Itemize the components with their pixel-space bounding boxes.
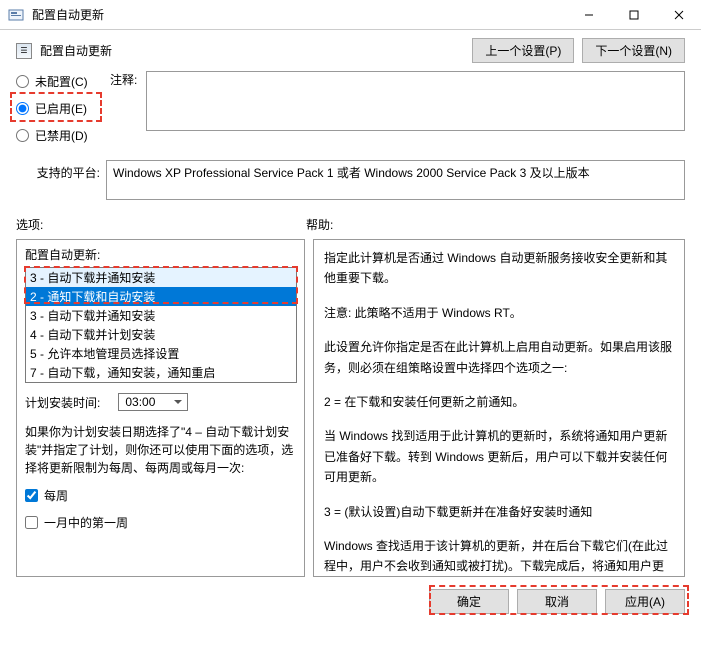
- update-combo-option[interactable]: 3 - 自动下载并通知安装: [26, 306, 296, 325]
- maximize-button[interactable]: [611, 0, 656, 30]
- radio-disabled-input[interactable]: [16, 129, 29, 142]
- update-combo-option[interactable]: 7 - 自动下载，通知安装，通知重启: [26, 363, 296, 382]
- policy-icon: ☰: [16, 43, 32, 59]
- window-controls: [566, 0, 701, 30]
- comment-label: 注释:: [106, 71, 146, 131]
- footer: 确定 取消 应用(A): [0, 577, 701, 626]
- help-paragraph: 此设置允许你指定是否在此计算机上启用自动更新。如果启用该服务，则必须在组策略设置…: [324, 337, 674, 378]
- next-setting-button[interactable]: 下一个设置(N): [582, 38, 685, 63]
- cancel-button[interactable]: 取消: [517, 589, 597, 614]
- platform-label: 支持的平台:: [16, 160, 106, 181]
- update-combo-option[interactable]: 5 - 允许本地管理员选择设置: [26, 344, 296, 363]
- radio-disabled-label: 已禁用(D): [35, 127, 88, 144]
- update-combo-option[interactable]: 4 - 自动下载并计划安装: [26, 325, 296, 344]
- ok-button[interactable]: 确定: [429, 589, 509, 614]
- window-title: 配置自动更新: [32, 6, 566, 23]
- help-pane[interactable]: 指定此计算机是否通过 Windows 自动更新服务接收安全更新和其他重要下载。注…: [313, 239, 685, 577]
- help-paragraph: 注意: 此策略不适用于 Windows RT。: [324, 303, 674, 323]
- help-paragraph: Windows 查找适用于该计算机的更新，并在后台下载它们(在此过程中，用户不会…: [324, 536, 674, 577]
- schedule-info-text: 如果你为计划安装日期选择了"4 – 自动下载计划安装"并指定了计划，则你还可以使…: [25, 423, 297, 477]
- state-radios: 未配置(C) 已启用(E) 已禁用(D): [16, 71, 106, 154]
- checkbox-weekly[interactable]: 每周: [25, 487, 304, 504]
- help-paragraph: 2 = 在下载和安装任何更新之前通知。: [324, 392, 674, 412]
- options-pane: 配置自动更新: 3 - 自动下载并通知安装2 - 通知下载和自动安装3 - 自动…: [16, 239, 305, 577]
- platform-text: Windows XP Professional Service Pack 1 或…: [106, 160, 685, 200]
- help-paragraph: 指定此计算机是否通过 Windows 自动更新服务接收安全更新和其他重要下载。: [324, 248, 674, 289]
- close-button[interactable]: [656, 0, 701, 30]
- help-paragraph: 3 = (默认设置)自动下载更新并在准备好安装时通知: [324, 502, 674, 522]
- checkbox-first-week-input[interactable]: [25, 516, 38, 529]
- titlebar: 配置自动更新: [0, 0, 701, 30]
- update-combo-label: 配置自动更新:: [25, 246, 304, 263]
- radio-disabled[interactable]: 已禁用(D): [16, 127, 106, 144]
- checkbox-first-week[interactable]: 一月中的第一周: [25, 514, 304, 531]
- update-combo-option[interactable]: 2 - 通知下载和自动安装: [26, 287, 296, 306]
- schedule-time-label: 计划安装时间:: [25, 394, 100, 411]
- apply-button[interactable]: 应用(A): [605, 589, 685, 614]
- minimize-button[interactable]: [566, 0, 611, 30]
- page-title: 配置自动更新: [40, 42, 472, 59]
- update-combo[interactable]: 3 - 自动下载并通知安装2 - 通知下载和自动安装3 - 自动下载并通知安装4…: [25, 267, 297, 383]
- radio-enabled-label: 已启用(E): [35, 100, 87, 117]
- checkbox-weekly-label: 每周: [44, 487, 68, 504]
- radio-not-configured[interactable]: 未配置(C): [16, 73, 106, 90]
- checkbox-weekly-input[interactable]: [25, 489, 38, 502]
- radio-not-configured-label: 未配置(C): [35, 73, 88, 90]
- header-row: ☰ 配置自动更新 上一个设置(P) 下一个设置(N): [0, 30, 701, 67]
- gpo-icon: [8, 7, 24, 23]
- options-label: 选项:: [16, 216, 306, 233]
- radio-enabled[interactable]: 已启用(E): [16, 100, 106, 117]
- schedule-time-select[interactable]: 03:00: [118, 393, 188, 411]
- checkbox-first-week-label: 一月中的第一周: [44, 514, 128, 531]
- prev-setting-button[interactable]: 上一个设置(P): [472, 38, 574, 63]
- radio-enabled-input[interactable]: [16, 102, 29, 115]
- help-paragraph: 当 Windows 找到适用于此计算机的更新时，系统将通知用户更新已准备好下载。…: [324, 426, 674, 487]
- update-combo-option[interactable]: 3 - 自动下载并通知安装: [26, 268, 296, 287]
- options-scroll[interactable]: 配置自动更新: 3 - 自动下载并通知安装2 - 通知下载和自动安装3 - 自动…: [17, 240, 304, 576]
- help-label: 帮助:: [306, 216, 333, 233]
- radio-not-configured-input[interactable]: [16, 75, 29, 88]
- comment-textarea[interactable]: [146, 71, 685, 131]
